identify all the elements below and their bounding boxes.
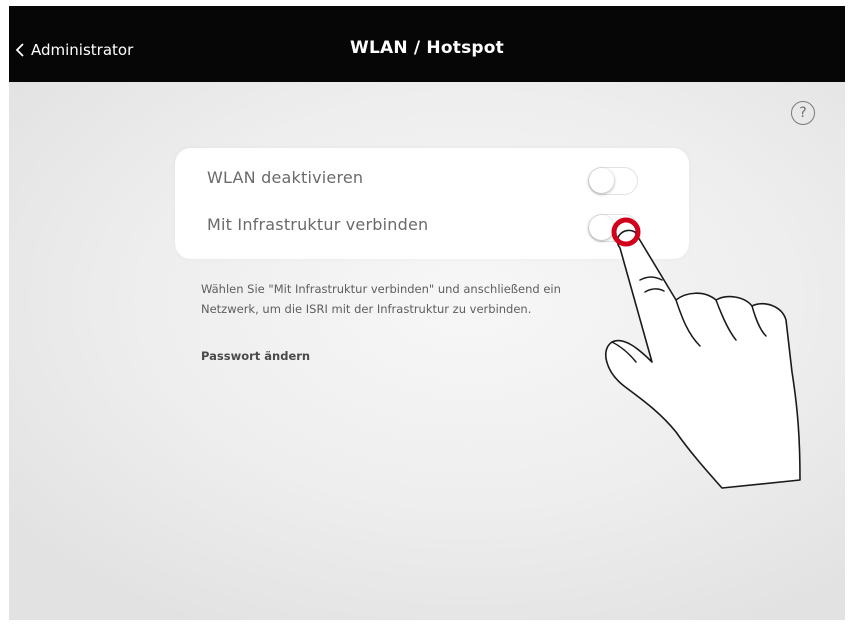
- hint-line-2: Netzwerk, um die ISRI mit der Infrastruk…: [201, 302, 532, 316]
- help-symbol: ?: [799, 105, 807, 121]
- question-circle-icon[interactable]: ?: [791, 101, 815, 125]
- toggle-knob: [589, 215, 614, 240]
- device-frame: Administrator WLAN / Hotspot ? WLAN deak…: [0, 0, 848, 626]
- page-title: WLAN / Hotspot: [350, 38, 504, 58]
- change-password-link[interactable]: Passwort ändern: [201, 349, 310, 363]
- setting-row-wlan-deactivate: WLAN deaktivieren: [175, 156, 689, 204]
- screen: Administrator WLAN / Hotspot ? WLAN deak…: [9, 6, 845, 620]
- hint-line-1: Wählen Sie "Mit Infrastruktur verbinden"…: [201, 282, 561, 296]
- settings-card: WLAN deaktivieren Mit Infrastruktur verb…: [175, 148, 689, 259]
- toggle-knob: [589, 168, 614, 193]
- hint-text: Wählen Sie "Mit Infrastruktur verbinden"…: [201, 279, 651, 319]
- infrastructure-connect-toggle[interactable]: [588, 214, 638, 242]
- setting-row-infrastructure: Mit Infrastruktur verbinden: [175, 203, 689, 251]
- wlan-deactivate-toggle[interactable]: [588, 167, 638, 195]
- setting-label-wlan-deactivate: WLAN deaktivieren: [207, 168, 364, 187]
- navigation-bar: Administrator WLAN / Hotspot: [9, 6, 845, 82]
- setting-label-infrastructure: Mit Infrastruktur verbinden: [207, 215, 429, 234]
